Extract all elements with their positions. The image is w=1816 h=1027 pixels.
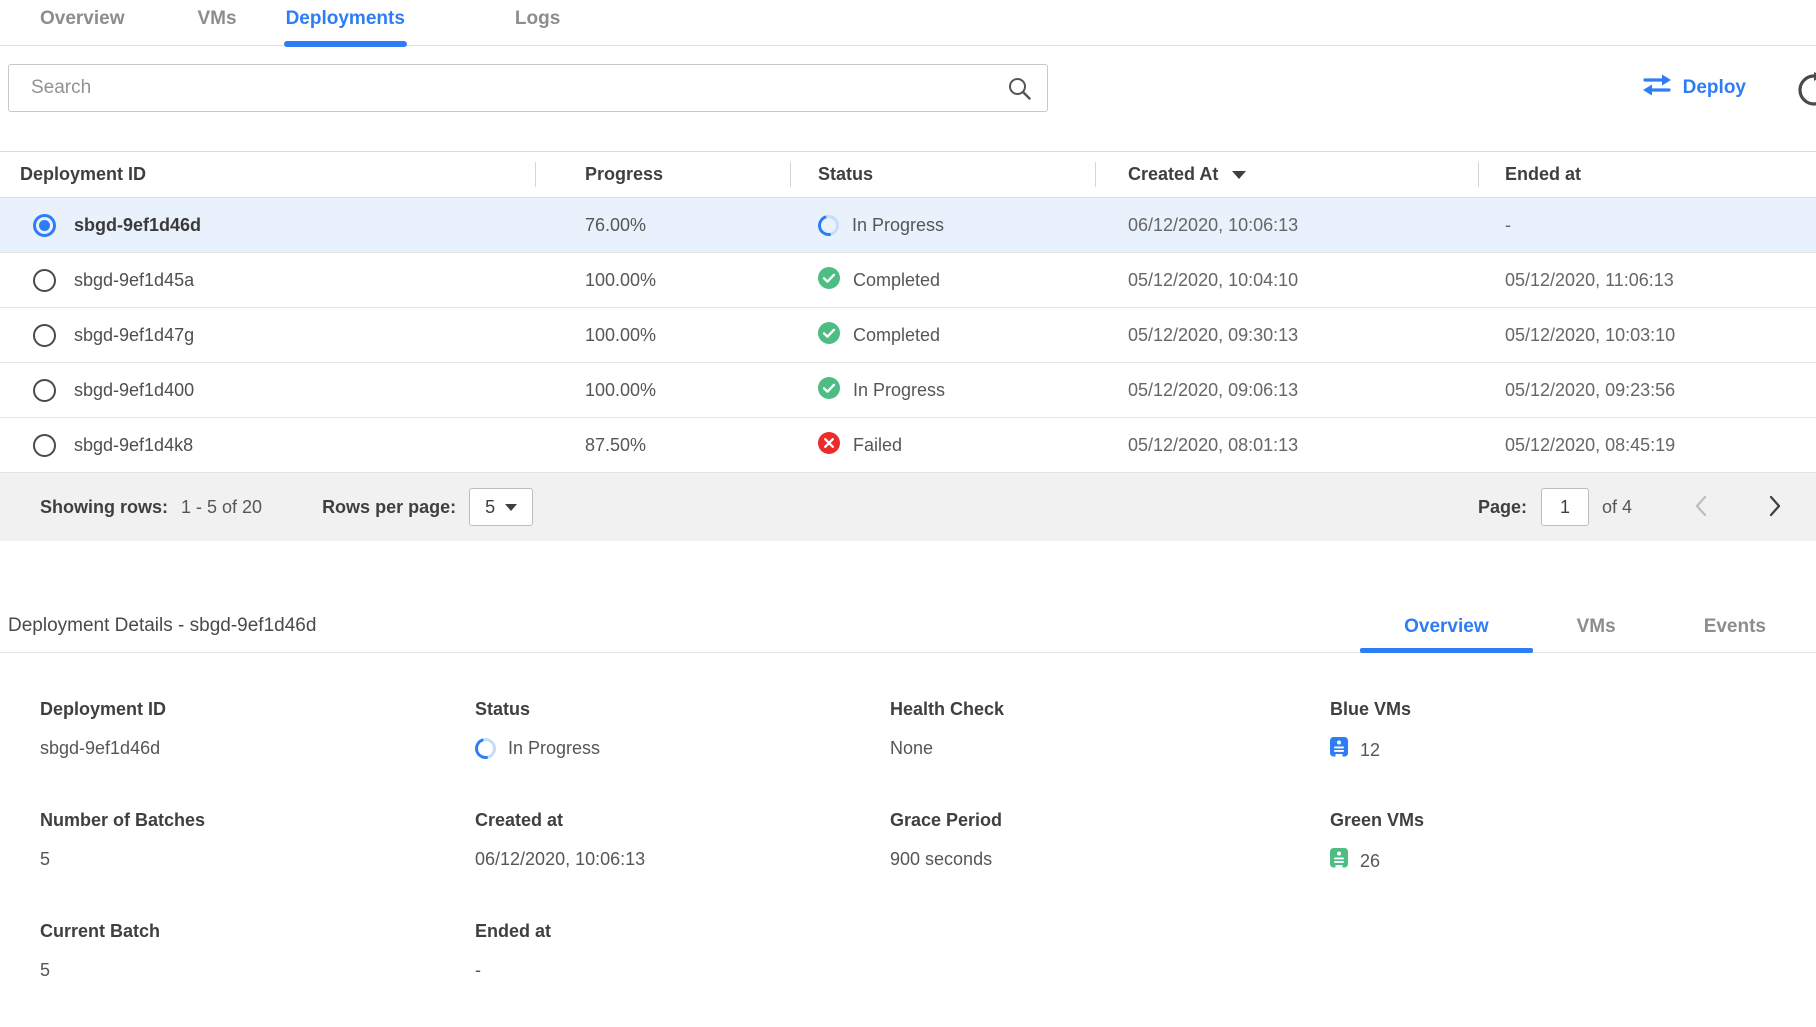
details-header: Deployment Details - sbgd-9ef1d46d Overv… [0,607,1816,653]
page-label: Page: [1478,497,1527,518]
progress-value: 100.00% [535,325,790,346]
column-header-status[interactable]: Status [790,152,1095,197]
deployment-id: sbgd-9ef1d47g [74,325,194,346]
field-status: Status In Progress [475,699,890,764]
status-label: Failed [853,435,902,456]
field-green-vms: Green VMs 26 [1330,810,1816,875]
radio-selected-icon[interactable] [33,214,56,237]
status-label: Completed [853,270,940,291]
field-created-at: Created at 06/12/2020, 10:06:13 [475,810,890,875]
column-header-deployment-id[interactable]: Deployment ID [0,152,535,197]
chevron-down-icon [505,504,517,511]
ended-at-value: 05/12/2020, 08:45:19 [1478,435,1816,456]
rows-per-page-label: Rows per page: [322,497,456,518]
check-circle-icon [818,377,840,404]
field-ended-at: Ended at - [475,921,890,981]
tab-overview[interactable]: Overview [40,8,125,45]
progress-value: 87.50% [535,435,790,456]
field-current-batch: Current Batch 5 [40,921,475,981]
vm-green-icon [1330,848,1348,875]
deploy-button[interactable]: Deploy [1636,72,1752,104]
tab-vms[interactable]: VMs [198,8,237,45]
radio-icon[interactable] [33,269,56,292]
page-total-label: of 4 [1602,497,1632,518]
created-at-value: 05/12/2020, 09:30:13 [1095,325,1478,346]
tab-logs[interactable]: Logs [515,8,560,45]
deployments-table: Deployment ID Progress Status Created At… [0,151,1816,541]
spinner-icon [471,734,500,763]
table-row[interactable]: sbgd-9ef1d47g 100.00% Completed 05/12/20… [0,308,1816,363]
status-label: In Progress [852,215,944,236]
field-deployment-id: Deployment ID sbgd-9ef1d46d [40,699,475,764]
tab-deployments[interactable]: Deployments [286,8,405,45]
table-row[interactable]: sbgd-9ef1d46d 76.00% In Progress 06/12/2… [0,198,1816,253]
table-pagination-bar: Showing rows: 1 - 5 of 20 Rows per page:… [0,473,1816,541]
created-at-value: 05/12/2020, 09:06:13 [1095,380,1478,401]
deployment-id: sbgd-9ef1d4k8 [74,435,193,456]
radio-icon[interactable] [33,324,56,347]
field-blue-vms: Blue VMs 12 [1330,699,1816,764]
progress-value: 100.00% [535,380,790,401]
table-row[interactable]: sbgd-9ef1d45a 100.00% Completed 05/12/20… [0,253,1816,308]
field-number-of-batches: Number of Batches 5 [40,810,475,875]
chevron-left-icon [1694,506,1708,521]
previous-page-button[interactable] [1690,490,1712,525]
progress-value: 100.00% [535,270,790,291]
details-tab-overview[interactable]: Overview [1360,616,1533,652]
table-header-row: Deployment ID Progress Status Created At… [0,152,1816,198]
ended-at-value: - [1478,215,1816,236]
check-circle-icon [818,267,840,294]
field-health-check: Health Check None [890,699,1330,764]
swap-arrows-icon [1642,73,1672,103]
deployment-id: sbgd-9ef1d400 [74,380,194,401]
created-at-value: 05/12/2020, 10:04:10 [1095,270,1478,291]
search-box [8,64,1048,112]
spinner-icon [814,211,843,240]
next-page-button[interactable] [1764,490,1786,525]
table-row[interactable]: sbgd-9ef1d400 100.00% In Progress 05/12/… [0,363,1816,418]
ended-at-value: 05/12/2020, 09:23:56 [1478,380,1816,401]
sort-desc-icon[interactable] [1232,171,1246,179]
column-header-ended-at[interactable]: Ended at [1478,152,1816,197]
status-label: Completed [853,325,940,346]
field-grace-period: Grace Period 900 seconds [890,810,1330,875]
toolbar: Deploy [8,64,1816,112]
created-at-value: 05/12/2020, 08:01:13 [1095,435,1478,456]
deployment-id: sbgd-9ef1d45a [74,270,194,291]
details-tab-events[interactable]: Events [1660,616,1810,652]
search-input[interactable] [8,64,1048,112]
radio-icon[interactable] [33,434,56,457]
showing-rows-label: Showing rows: [40,497,168,518]
main-tab-bar: Overview VMs Deployments Logs [0,0,1816,46]
deployment-id: sbgd-9ef1d46d [74,215,201,236]
vm-blue-icon [1330,737,1348,764]
deploy-button-label: Deploy [1683,77,1746,99]
table-row[interactable]: sbgd-9ef1d4k8 87.50% Failed 05/12/2020, … [0,418,1816,473]
ended-at-value: 05/12/2020, 10:03:10 [1478,325,1816,346]
showing-rows-value: 1 - 5 of 20 [181,497,262,518]
details-tab-vms[interactable]: VMs [1533,616,1660,652]
progress-value: 76.00% [535,215,790,236]
page-number-input[interactable] [1541,488,1589,526]
details-title: Deployment Details - sbgd-9ef1d46d [8,615,316,652]
check-circle-icon [818,322,840,349]
ended-at-value: 05/12/2020, 11:06:13 [1478,270,1816,291]
created-at-value: 06/12/2020, 10:06:13 [1095,215,1478,236]
x-circle-icon [818,432,840,459]
column-header-created-at[interactable]: Created At [1095,152,1478,197]
radio-icon[interactable] [33,379,56,402]
details-grid: Deployment ID sbgd-9ef1d46d Status In Pr… [0,653,1816,1027]
refresh-icon[interactable] [1796,72,1816,113]
search-icon[interactable] [1007,76,1032,106]
chevron-right-icon [1768,506,1782,521]
column-header-progress[interactable]: Progress [535,152,790,197]
rows-per-page-select[interactable]: 5 [469,488,533,526]
status-label: In Progress [853,380,945,401]
